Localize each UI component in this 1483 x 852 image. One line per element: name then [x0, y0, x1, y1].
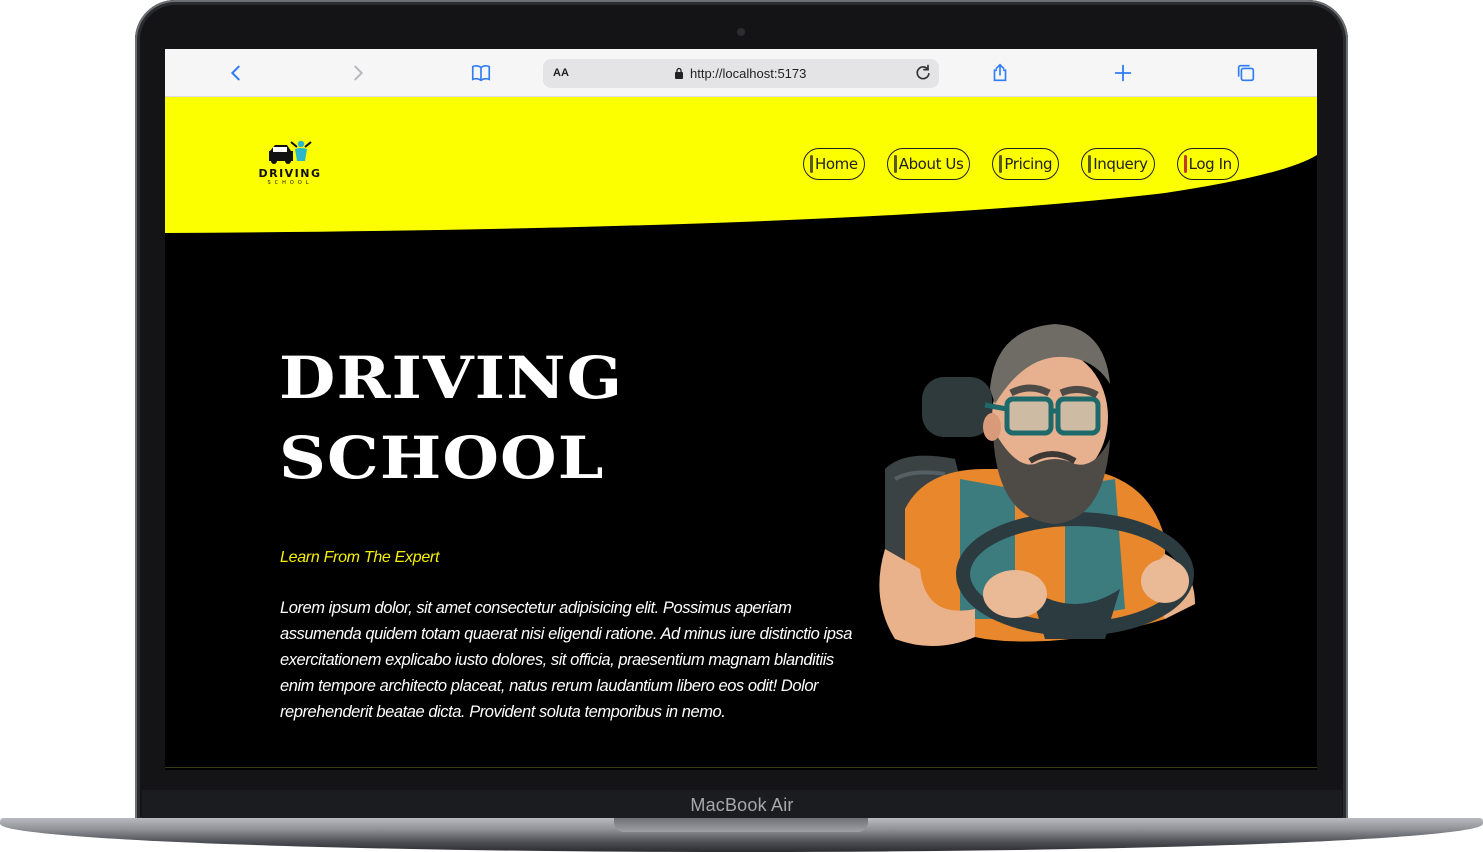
- laptop-chin: MacBook Air: [142, 790, 1342, 820]
- hero-description: Lorem ipsum dolor, sit amet consectetur …: [280, 599, 852, 721]
- forward-icon[interactable]: [344, 59, 372, 87]
- car-logo-icon: [269, 140, 312, 164]
- device-label: MacBook Air: [690, 794, 794, 815]
- address-bar[interactable]: AA http://localhost:5173: [543, 59, 939, 88]
- main-nav: Home About Us Pricing Inquery Log In: [803, 148, 1239, 180]
- nav-about-link[interactable]: About Us: [886, 148, 971, 180]
- site-header: DRIVING SCHOOL Home About Us Pricing Inq…: [165, 97, 1317, 233]
- hero-title-line1: DRIVING: [279, 344, 624, 412]
- share-icon[interactable]: [986, 59, 1014, 87]
- back-icon[interactable]: [222, 59, 250, 87]
- site-logo[interactable]: DRIVING SCHOOL: [253, 139, 327, 195]
- nav-home-link[interactable]: Home: [803, 148, 865, 180]
- new-tab-icon[interactable]: [1109, 59, 1137, 87]
- reload-icon[interactable]: [913, 63, 933, 83]
- hero-tagline: Learn From The Expert: [280, 549, 440, 566]
- text-size-button[interactable]: AA: [553, 67, 569, 79]
- nav-pricing-link[interactable]: Pricing: [992, 148, 1060, 180]
- section-divider: [165, 767, 1317, 768]
- nav-inquery-link[interactable]: Inquery: [1081, 148, 1155, 180]
- bookmarks-icon[interactable]: [467, 59, 495, 87]
- camera-icon: [737, 28, 745, 36]
- browser-screen: AA http://localhost:5173 DRIVING SCHOOL …: [165, 49, 1317, 770]
- hero-title-line2: SCHOOL: [279, 424, 605, 492]
- browser-toolbar: AA http://localhost:5173: [165, 49, 1317, 97]
- logo-word: DRIVING: [258, 167, 322, 180]
- url-text: http://localhost:5173: [690, 66, 807, 81]
- hero-title: DRIVING SCHOOL: [279, 338, 623, 498]
- lock-icon: [675, 67, 683, 79]
- nav-login-link[interactable]: Log In: [1176, 148, 1239, 180]
- driving-instructor-illustration: [879, 324, 1195, 647]
- laptop-notch: [614, 818, 868, 832]
- logo-subword: SCHOOL: [267, 180, 313, 186]
- tabs-icon[interactable]: [1232, 59, 1260, 87]
